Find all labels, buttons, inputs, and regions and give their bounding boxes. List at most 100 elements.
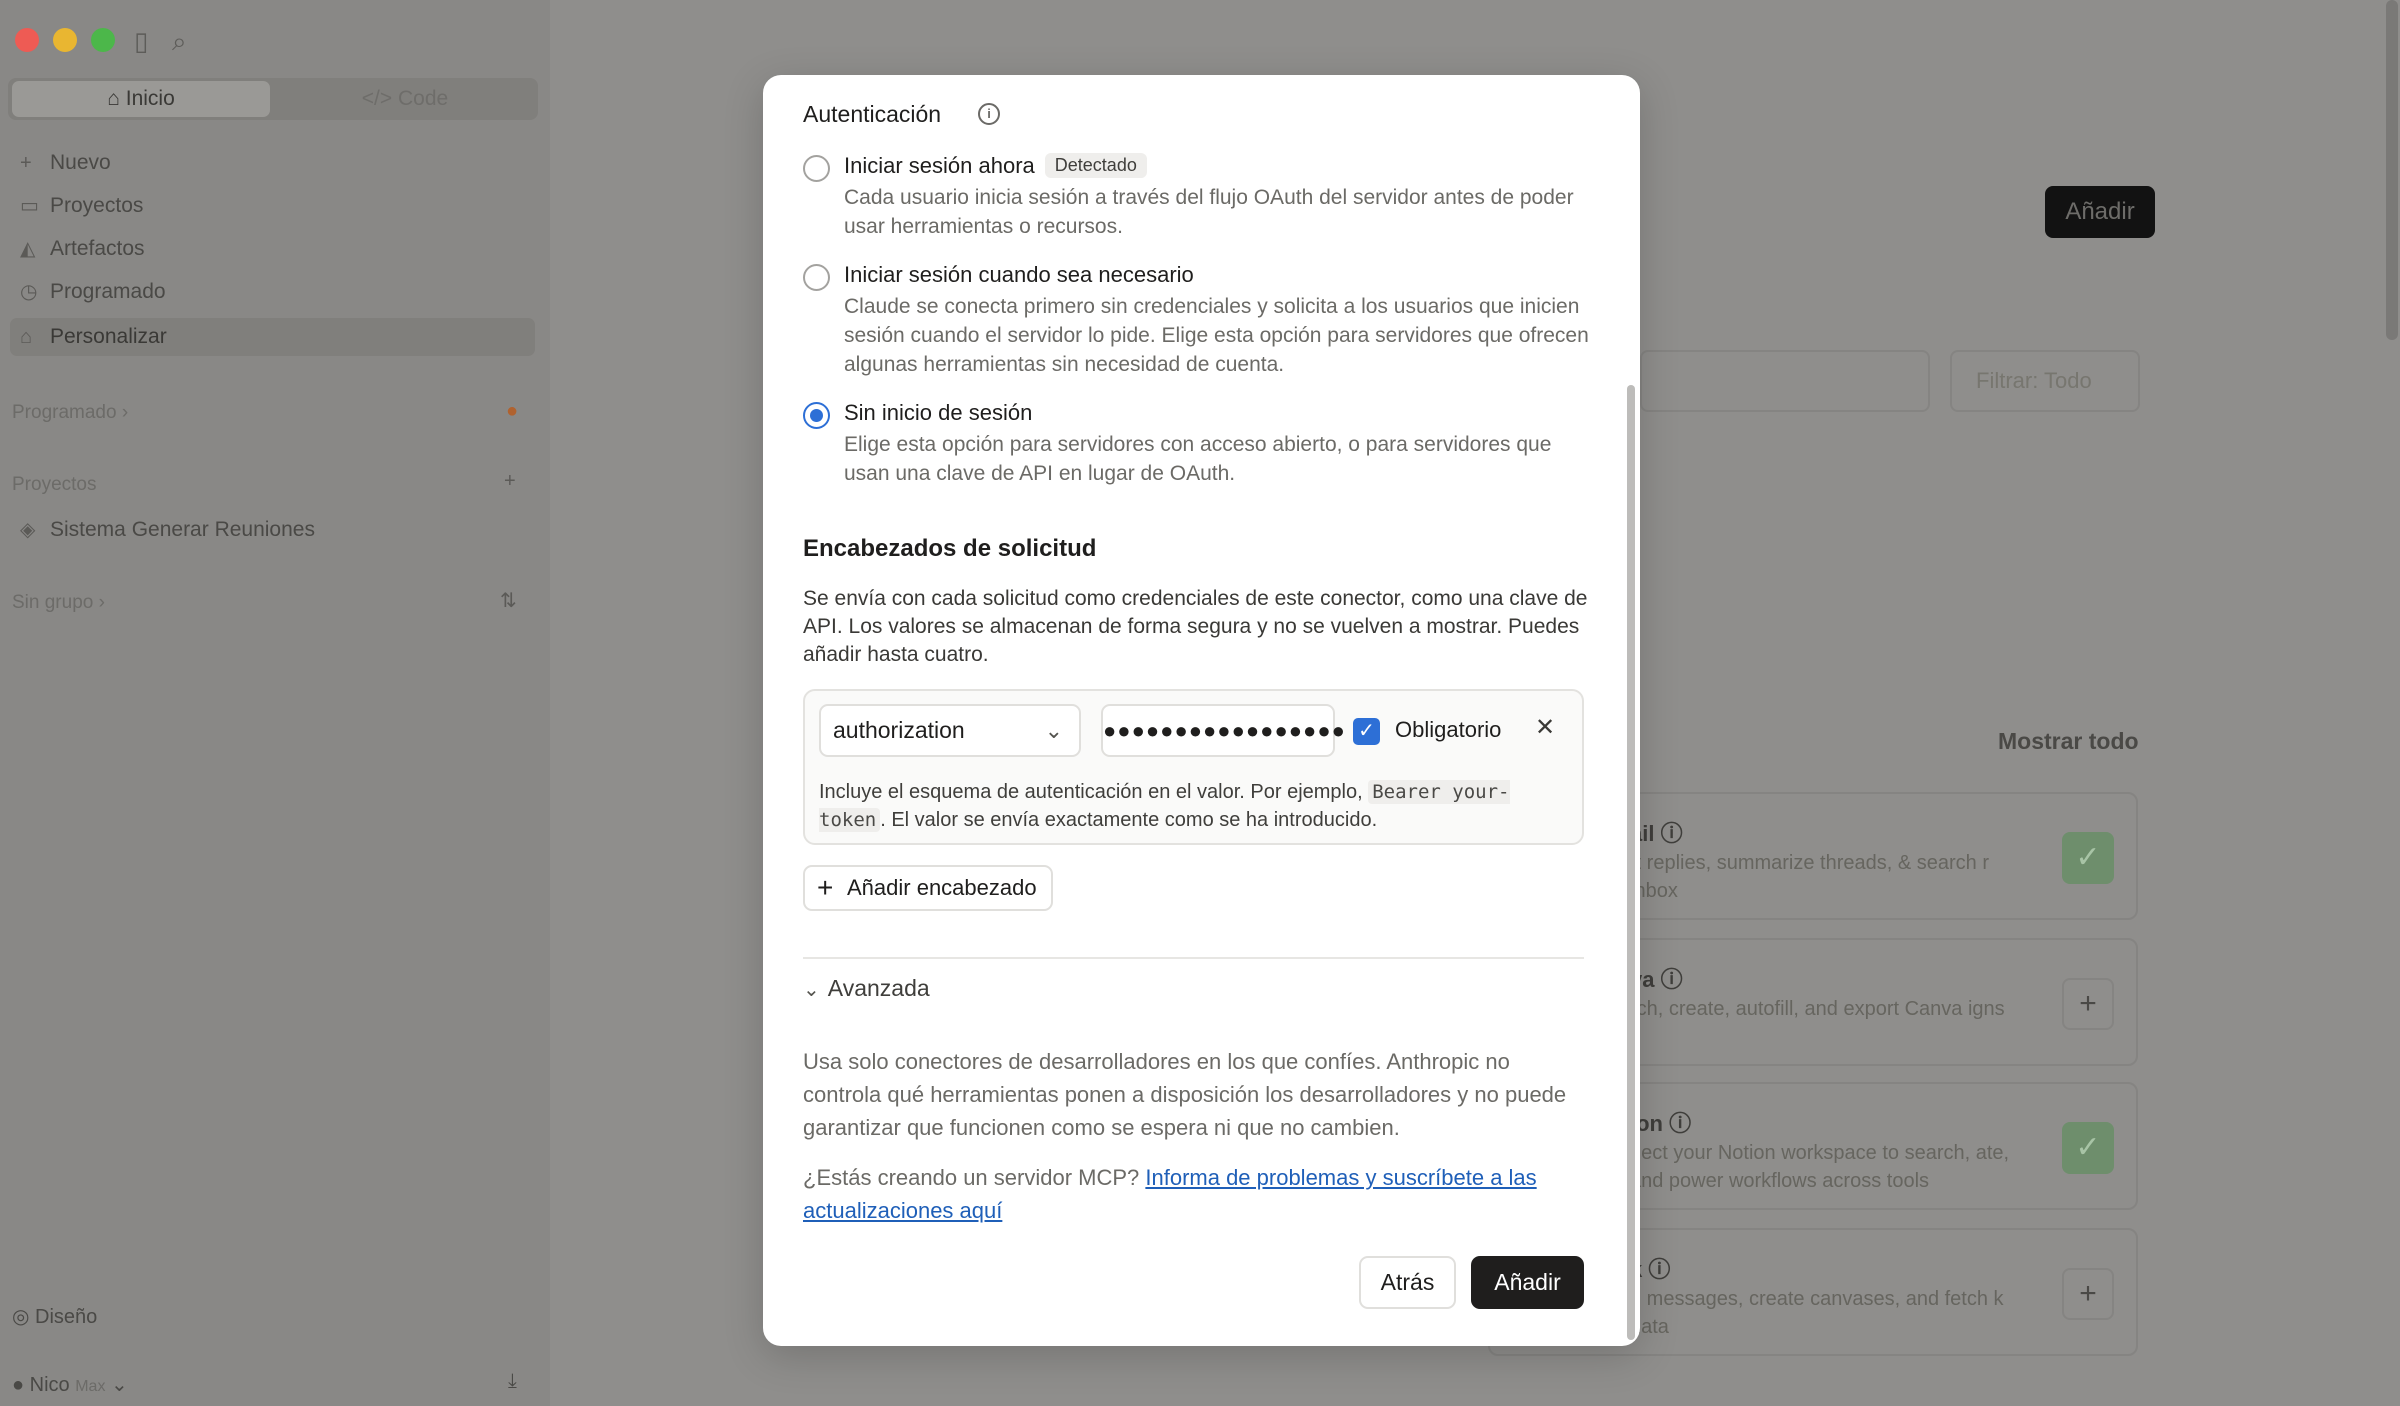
plus-icon[interactable]: +: [2062, 1268, 2114, 1320]
user-menu[interactable]: ● Nico Max ⌄: [12, 1372, 128, 1397]
sidebar-item-label: Diseño: [35, 1306, 98, 1328]
add-button[interactable]: Añadir: [1471, 1256, 1584, 1309]
checkmark-icon[interactable]: ✓: [2062, 1122, 2114, 1174]
header-name-select[interactable]: authorization ⌄: [819, 704, 1081, 757]
mcp-note: ¿Estás creando un servidor MCP? Informa …: [803, 1161, 1593, 1227]
chevron-down-icon: ⌄: [111, 1374, 128, 1396]
maximize-window-button[interactable]: [91, 28, 115, 52]
header-row: authorization ⌄ ●●●●●●●●●●●●●●●●● ✓ Oblig…: [803, 689, 1584, 845]
chevron-down-icon: ⌄: [803, 979, 820, 1001]
plus-icon[interactable]: +: [2062, 978, 2114, 1030]
add-header-button[interactable]: + Añadir encabezado: [803, 865, 1053, 911]
user-name: Nico: [29, 1374, 70, 1396]
info-icon[interactable]: i: [978, 103, 1000, 125]
info-icon: ⓘ: [1669, 1111, 1692, 1136]
filter-select[interactable]: Filtrar: Todo: [1950, 350, 2140, 412]
header-hint: Incluye el esquema de autenticación en e…: [819, 778, 1569, 834]
title-bar: ▯ ⌕: [0, 0, 2400, 80]
sidebar-item-proyectos[interactable]: ▭ Proyectos: [10, 187, 535, 225]
required-checkbox[interactable]: ✓: [1353, 718, 1380, 745]
dialog-scrollbar[interactable]: [1627, 385, 1635, 1340]
add-project-icon[interactable]: +: [504, 470, 516, 493]
close-window-button[interactable]: [15, 28, 39, 52]
option-description: Claude se conecta primero sin credencial…: [844, 295, 1589, 376]
option-label: Iniciar sesión ahora Detectado: [844, 153, 1147, 179]
plus-icon: +: [20, 152, 32, 174]
connector-desc: rch, create, autofill, and export Canva …: [1630, 998, 2005, 1020]
request-headers-title: Encabezados de solicitud: [803, 535, 1097, 562]
sidebar-item-label: Programado: [50, 280, 166, 303]
checkmark-icon[interactable]: ✓: [2062, 832, 2114, 884]
option-label-text: Iniciar sesión ahora: [844, 153, 1035, 178]
hint-text: . El valor se envía exactamente como se …: [880, 809, 1378, 831]
info-icon: ⓘ: [1660, 967, 1683, 992]
home-icon: ⌂: [107, 87, 126, 110]
sidebar-item-artefactos[interactable]: ◭ Artefactos: [10, 230, 535, 268]
user-plan: Max: [75, 1378, 106, 1395]
sidebar-item-label: Personalizar: [50, 325, 167, 348]
mcp-prefix: ¿Estás creando un servidor MCP?: [803, 1165, 1146, 1190]
header-name-value: authorization: [833, 717, 965, 743]
add-connector-button[interactable]: Añadir: [2045, 186, 2155, 238]
page-scrollbar[interactable]: [2386, 0, 2398, 340]
section-programado[interactable]: Programado ›: [12, 402, 128, 424]
developer-warning: Usa solo conectores de desarrolladores e…: [803, 1049, 1567, 1140]
notification-dot-icon: ●: [506, 400, 519, 422]
radio-button[interactable]: [803, 264, 830, 291]
project-icon: ◈: [20, 519, 36, 541]
sidebar-item-personalizar[interactable]: ⌂ Personalizar: [10, 318, 535, 356]
add-header-label: Añadir encabezado: [847, 875, 1037, 900]
header-value-input[interactable]: ●●●●●●●●●●●●●●●●●: [1101, 704, 1345, 757]
customize-icon: ⌂: [20, 326, 33, 348]
tab-label: Inicio: [125, 87, 175, 110]
remove-header-icon[interactable]: ✕: [1535, 713, 1555, 742]
info-icon: ⓘ: [1648, 1257, 1671, 1282]
clock-icon: ◷: [20, 281, 38, 303]
show-all-link[interactable]: Mostrar todo: [1998, 728, 2139, 755]
advanced-toggle[interactable]: ⌄ Avanzada: [803, 975, 930, 1002]
tab-code[interactable]: </> Code: [276, 81, 534, 117]
connector-desc: nect your Notion workspace to search, at…: [1630, 1142, 2010, 1192]
project-item[interactable]: ◈ Sistema Generar Reuniones: [10, 511, 535, 549]
avatar: ●: [12, 1374, 30, 1396]
sidebar-toggle-icon[interactable]: ▯: [134, 26, 148, 57]
project-label: Sistema Generar Reuniones: [50, 518, 315, 541]
radio-button-selected[interactable]: [803, 402, 830, 429]
search-connectors-input[interactable]: [1640, 350, 1930, 412]
option-description: Cada usuario inicia sesión a través del …: [844, 186, 1574, 238]
request-headers-description: Se envía con cada solicitud como credenc…: [803, 587, 1588, 666]
minimize-window-button[interactable]: [53, 28, 77, 52]
radio-button[interactable]: [803, 155, 830, 182]
download-icon[interactable]: ⤓: [508, 1370, 517, 1393]
tab-inicio[interactable]: ⌂ Inicio: [12, 81, 270, 117]
folder-icon: ▭: [20, 195, 39, 217]
section-proyectos: Proyectos: [12, 474, 97, 495]
plus-icon: +: [817, 872, 834, 903]
sort-icon[interactable]: ⇅: [500, 588, 517, 613]
connector-auth-dialog: Autenticación i Iniciar sesión ahora Dete…: [763, 75, 1640, 1346]
search-icon[interactable]: ⌕: [172, 26, 187, 58]
divider: [803, 957, 1584, 959]
sidebar-item-design[interactable]: ◎ Diseño: [12, 1304, 97, 1329]
artifact-icon: ◭: [20, 238, 36, 260]
sidebar-item-programado[interactable]: ◷ Programado: [10, 273, 535, 311]
section-label: Programado: [12, 402, 117, 423]
tab-label: Code: [398, 87, 449, 110]
mode-switcher: ⌂ Inicio </> Code: [8, 78, 538, 120]
chevron-down-icon: ⌄: [1044, 718, 1063, 743]
code-icon: </>: [361, 87, 398, 110]
option-description: Elige esta opción para servidores con ac…: [844, 433, 1552, 485]
connector-desc: d messages, create canvases, and fetch k…: [1630, 1288, 2004, 1338]
sidebar-item-nuevo[interactable]: + Nuevo: [10, 144, 535, 182]
required-label: Obligatorio: [1395, 717, 1502, 742]
design-icon: ◎: [12, 1306, 36, 1328]
section-label: Sin grupo: [12, 592, 94, 613]
connector-desc: ft replies, summarize threads, & search …: [1630, 852, 1990, 902]
option-label: Iniciar sesión cuando sea necesario: [844, 262, 1194, 287]
back-button[interactable]: Atrás: [1359, 1256, 1456, 1309]
sidebar-item-label: Artefactos: [50, 237, 145, 260]
auth-title: Autenticación: [803, 101, 942, 127]
sidebar-item-label: Proyectos: [50, 194, 144, 217]
section-sin-grupo[interactable]: Sin grupo ›: [12, 592, 105, 614]
info-icon: ⓘ: [1660, 821, 1683, 846]
